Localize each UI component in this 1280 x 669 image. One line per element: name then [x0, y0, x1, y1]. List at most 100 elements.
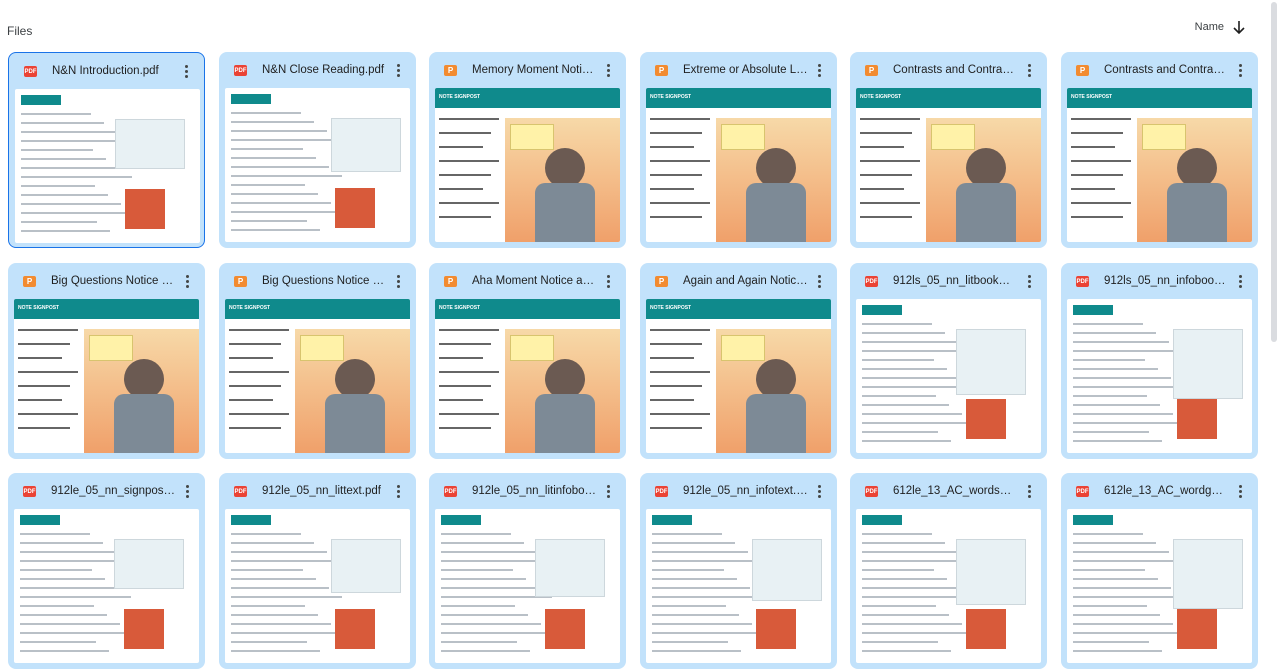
file-card[interactable]: P Memory Moment Notice and Note.pptx NOT… [429, 52, 626, 248]
slides-file-icon: P [444, 276, 457, 287]
more-options-icon[interactable] [811, 273, 827, 289]
more-options-icon[interactable] [1232, 273, 1248, 289]
file-card[interactable]: PDF 912le_05_nn_littext.pdf [219, 473, 416, 669]
file-name: 612le_13_AC_wordswiser.pdf [893, 485, 1018, 497]
file-card[interactable]: P Contrasts and Contradictions.pptx NOTE… [850, 52, 1047, 248]
file-card-header: P Again and Again Notice and Note.pptx [640, 263, 837, 299]
file-thumbnail[interactable] [1067, 299, 1252, 453]
file-name: 912le_05_nn_signposts.pdf [51, 485, 176, 497]
file-card[interactable]: P Big Questions Notice and Note.pptx NOT… [8, 263, 205, 459]
file-thumbnail[interactable]: NOTE SIGNPOST [1067, 88, 1252, 242]
file-thumbnail[interactable] [435, 509, 620, 663]
file-thumbnail[interactable] [1067, 509, 1252, 663]
file-thumbnail[interactable] [856, 299, 1041, 453]
file-card-header: PDF N&N Introduction.pdf [9, 53, 204, 89]
sort-by-name-button[interactable]: Name [1195, 19, 1246, 35]
file-thumbnail[interactable] [646, 509, 831, 663]
file-name: Contrasts and Contradictions.pptx [893, 64, 1018, 76]
pdf-file-icon: PDF [444, 486, 457, 497]
slide-banner: NOTE SIGNPOST [646, 88, 831, 108]
file-thumbnail[interactable] [225, 509, 410, 663]
more-options-icon[interactable] [600, 273, 616, 289]
more-options-icon[interactable] [1232, 62, 1248, 78]
file-card-header: PDF 912le_05_nn_infotext.pdf [640, 473, 837, 509]
files-title: Files [7, 24, 33, 38]
file-card-header: PDF 612le_13_AC_wordgaps.pdf [1061, 473, 1258, 509]
file-name: Big Questions Notice and Note.pptx [51, 275, 176, 287]
pdf-file-icon: PDF [1076, 486, 1089, 497]
scrollbar[interactable] [1268, 0, 1280, 608]
file-card[interactable]: PDF 912le_05_nn_signposts.pdf [8, 473, 205, 669]
file-card[interactable]: PDF 612le_13_AC_wordgaps.pdf [1061, 473, 1258, 669]
slides-file-icon: P [444, 65, 457, 76]
file-card-header: P Extreme or Absolute Language.pptx [640, 52, 837, 88]
more-options-icon[interactable] [1021, 62, 1037, 78]
more-options-icon[interactable] [811, 62, 827, 78]
file-card[interactable]: PDF 912ls_05_nn_litbookmark.pdf [850, 263, 1047, 459]
file-thumbnail[interactable] [15, 89, 200, 243]
file-card[interactable]: PDF 912le_05_nn_litinfobookmark.pdf [429, 473, 626, 669]
file-thumbnail[interactable] [225, 88, 410, 242]
file-thumbnail[interactable]: NOTE SIGNPOST [646, 88, 831, 242]
file-card[interactable]: P Extreme or Absolute Language.pptx NOTE… [640, 52, 837, 248]
file-thumbnail[interactable] [856, 509, 1041, 663]
file-card-header: PDF 912le_05_nn_littext.pdf [219, 473, 416, 509]
file-thumbnail[interactable]: NOTE SIGNPOST [225, 299, 410, 453]
file-thumbnail[interactable]: NOTE SIGNPOST [435, 88, 620, 242]
file-card[interactable]: PDF N&N Close Reading.pdf [219, 52, 416, 248]
slides-file-icon: P [1076, 65, 1089, 76]
more-options-icon[interactable] [179, 273, 195, 289]
file-thumbnail[interactable]: NOTE SIGNPOST [435, 299, 620, 453]
file-card-header: PDF 612le_13_AC_wordswiser.pdf [850, 473, 1047, 509]
slide-banner: NOTE SIGNPOST [435, 299, 620, 319]
file-name: 912le_05_nn_infotext.pdf [683, 485, 808, 497]
file-card-header: PDF N&N Close Reading.pdf [219, 52, 416, 88]
more-options-icon[interactable] [390, 62, 406, 78]
slides-file-icon: P [865, 65, 878, 76]
file-card-header: PDF 912ls_05_nn_litbookmark.pdf [850, 263, 1047, 299]
file-thumbnail[interactable]: NOTE SIGNPOST [14, 299, 199, 453]
slide-banner: NOTE SIGNPOST [435, 88, 620, 108]
file-thumbnail[interactable] [14, 509, 199, 663]
slide-banner: NOTE SIGNPOST [225, 299, 410, 319]
pdf-file-icon: PDF [865, 486, 878, 497]
slides-file-icon: P [655, 65, 668, 76]
more-options-icon[interactable] [600, 62, 616, 78]
files-header: Files Name [0, 0, 1280, 52]
more-options-icon[interactable] [390, 273, 406, 289]
more-options-icon[interactable] [600, 483, 616, 499]
more-options-icon[interactable] [179, 483, 195, 499]
more-options-icon[interactable] [811, 483, 827, 499]
more-options-icon[interactable] [1232, 483, 1248, 499]
file-card[interactable]: P Big Questions Notice and Note.pptx NOT… [219, 263, 416, 459]
file-name: N&N Introduction.pdf [52, 65, 159, 77]
more-options-icon[interactable] [1021, 273, 1037, 289]
file-thumbnail[interactable]: NOTE SIGNPOST [856, 88, 1041, 242]
more-options-icon[interactable] [390, 483, 406, 499]
file-name: 912le_05_nn_littext.pdf [262, 485, 381, 497]
pdf-file-icon: PDF [24, 66, 37, 77]
file-name: 912le_05_nn_litinfobookmark.pdf [472, 485, 597, 497]
file-card-header: P Aha Moment Notice and Note.pptx [429, 263, 626, 299]
file-card-header: P Contrasts and Contradictions.pptx [1061, 52, 1258, 88]
file-card[interactable]: PDF 912ls_05_nn_infobookmark.pdf [1061, 263, 1258, 459]
pdf-file-icon: PDF [1076, 276, 1089, 287]
file-card[interactable]: PDF N&N Introduction.pdf [8, 52, 205, 248]
file-name: N&N Close Reading.pdf [262, 64, 385, 76]
file-card[interactable]: P Again and Again Notice and Note.pptx N… [640, 263, 837, 459]
more-options-icon[interactable] [178, 63, 194, 79]
file-name: Extreme or Absolute Language.pptx [683, 64, 808, 76]
file-card[interactable]: P Contrasts and Contradictions.pptx NOTE… [1061, 52, 1258, 248]
file-name: Big Questions Notice and Note.pptx [262, 275, 387, 287]
file-thumbnail[interactable]: NOTE SIGNPOST [646, 299, 831, 453]
file-card[interactable]: PDF 912le_05_nn_infotext.pdf [640, 473, 837, 669]
more-options-icon[interactable] [1021, 483, 1037, 499]
file-card[interactable]: PDF 612le_13_AC_wordswiser.pdf [850, 473, 1047, 669]
file-name: Aha Moment Notice and Note.pptx [472, 275, 597, 287]
file-card-header: P Big Questions Notice and Note.pptx [8, 263, 205, 299]
sort-label: Name [1194, 21, 1224, 33]
file-card[interactable]: P Aha Moment Notice and Note.pptx NOTE S… [429, 263, 626, 459]
file-name: 912ls_05_nn_litbookmark.pdf [893, 275, 1018, 287]
pdf-file-icon: PDF [234, 486, 247, 497]
scrollbar-thumb[interactable] [1271, 2, 1277, 342]
